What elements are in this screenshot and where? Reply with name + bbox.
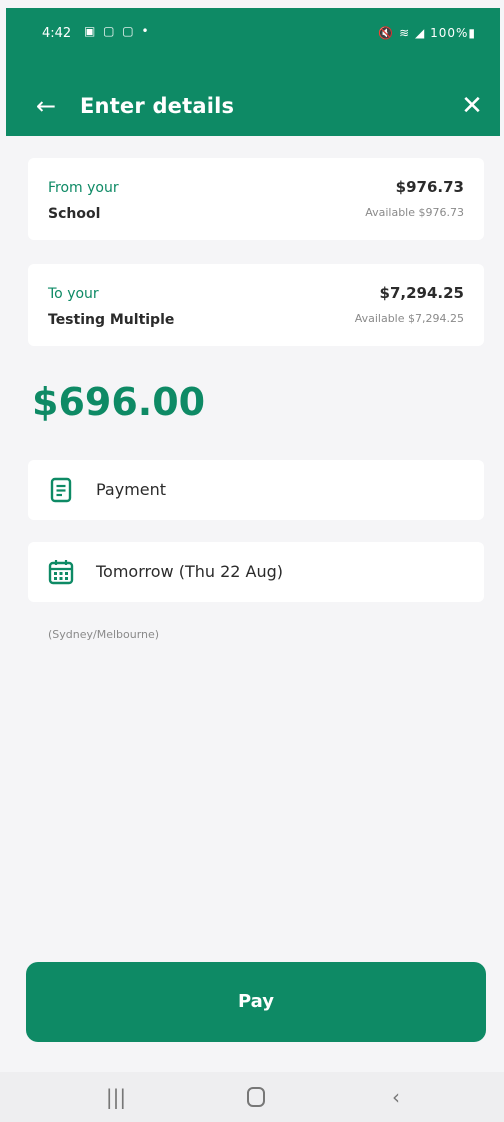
to-account-card[interactable]: To your Testing Multiple $7,294.25 Avail… <box>28 264 484 346</box>
from-label: From your <box>48 180 119 196</box>
pay-button[interactable]: Pay <box>26 962 486 1042</box>
calendar-icon <box>48 558 74 586</box>
timezone-note: (Sydney/Melbourne) <box>48 628 160 641</box>
back-arrow-icon[interactable]: ← <box>32 92 60 120</box>
status-bar: 4:42 ▣ ▢ ▢ • 🔇 ≋ ◢ 100%▮ <box>6 8 500 60</box>
status-time: 4:42 <box>42 26 72 41</box>
document-icon <box>48 476 74 504</box>
from-available: Available $976.73 <box>365 206 464 219</box>
page-title: Enter details <box>80 94 235 118</box>
close-icon[interactable]: ✕ <box>458 92 486 120</box>
from-balance: $976.73 <box>395 178 464 196</box>
date-field[interactable]: Tomorrow (Thu 22 Aug) <box>28 542 484 602</box>
from-account-name: School <box>48 206 101 222</box>
system-status-icons: 🔇 ≋ ◢ 100%▮ <box>378 26 476 40</box>
recent-apps-icon[interactable]: ||| <box>96 1082 136 1112</box>
notification-icons: ▣ ▢ ▢ • <box>84 24 151 38</box>
app-bar: ← Enter details ✕ <box>6 80 500 136</box>
to-label: To your <box>48 286 99 302</box>
date-text: Tomorrow (Thu 22 Aug) <box>96 562 284 581</box>
back-nav-icon[interactable]: ‹ <box>376 1082 416 1112</box>
from-account-card[interactable]: From your School $976.73 Available $976.… <box>28 158 484 240</box>
header: 4:42 ▣ ▢ ▢ • 🔇 ≋ ◢ 100%▮ ← Enter details… <box>6 8 500 136</box>
to-balance: $7,294.25 <box>379 284 464 302</box>
to-account-name: Testing Multiple <box>48 312 175 328</box>
system-nav-bar: ||| ‹ <box>0 1072 504 1122</box>
amount-display[interactable]: $696.00 <box>32 380 205 424</box>
description-field[interactable]: Payment <box>28 460 484 520</box>
home-icon[interactable] <box>236 1082 276 1112</box>
to-available: Available $7,294.25 <box>354 312 464 325</box>
description-text: Payment <box>96 480 167 499</box>
